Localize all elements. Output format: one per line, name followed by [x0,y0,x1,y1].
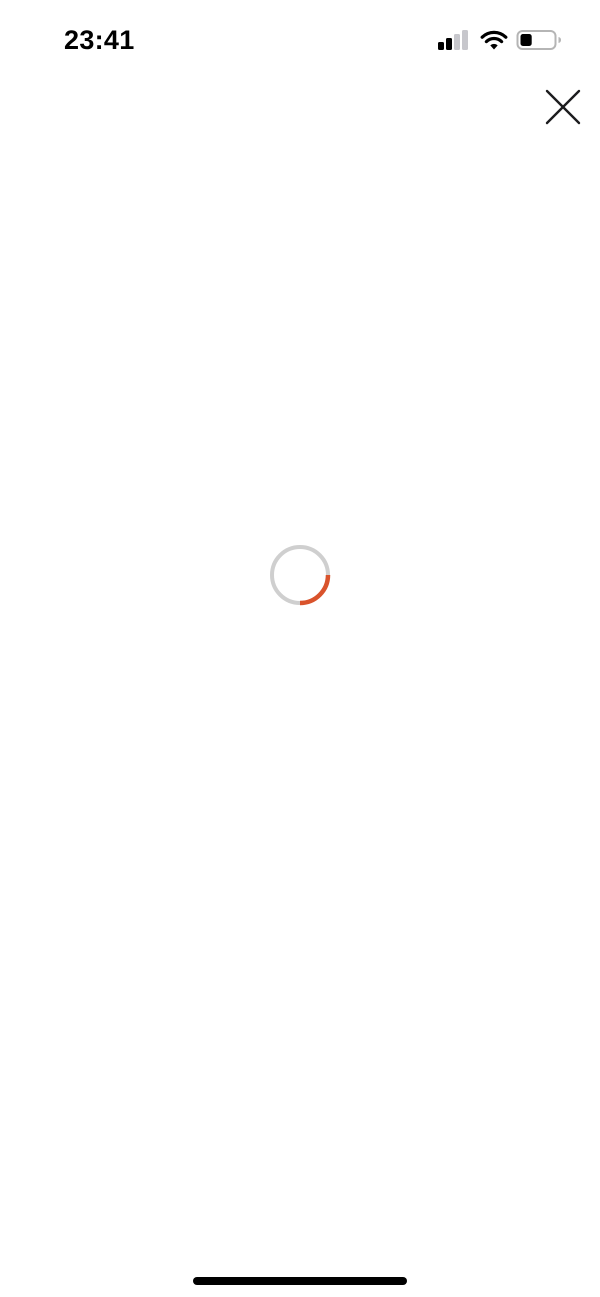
home-indicator[interactable] [193,1277,407,1285]
battery-level [520,34,532,46]
spinner-arc [299,574,331,606]
signal-bar [454,34,460,50]
cellular-signal-icon [438,30,468,50]
signal-bar [462,30,468,50]
close-icon [545,89,581,125]
close-button[interactable] [540,84,586,130]
loading-spinner [268,543,332,607]
battery-icon [516,30,561,50]
signal-bar [438,42,444,50]
loading-spinner-icon [270,545,331,606]
status-bar: 23:41 [0,0,600,80]
signal-bar [446,38,452,50]
status-icons [436,28,566,52]
wifi-icon [480,30,508,50]
status-time: 23:41 [64,25,135,55]
